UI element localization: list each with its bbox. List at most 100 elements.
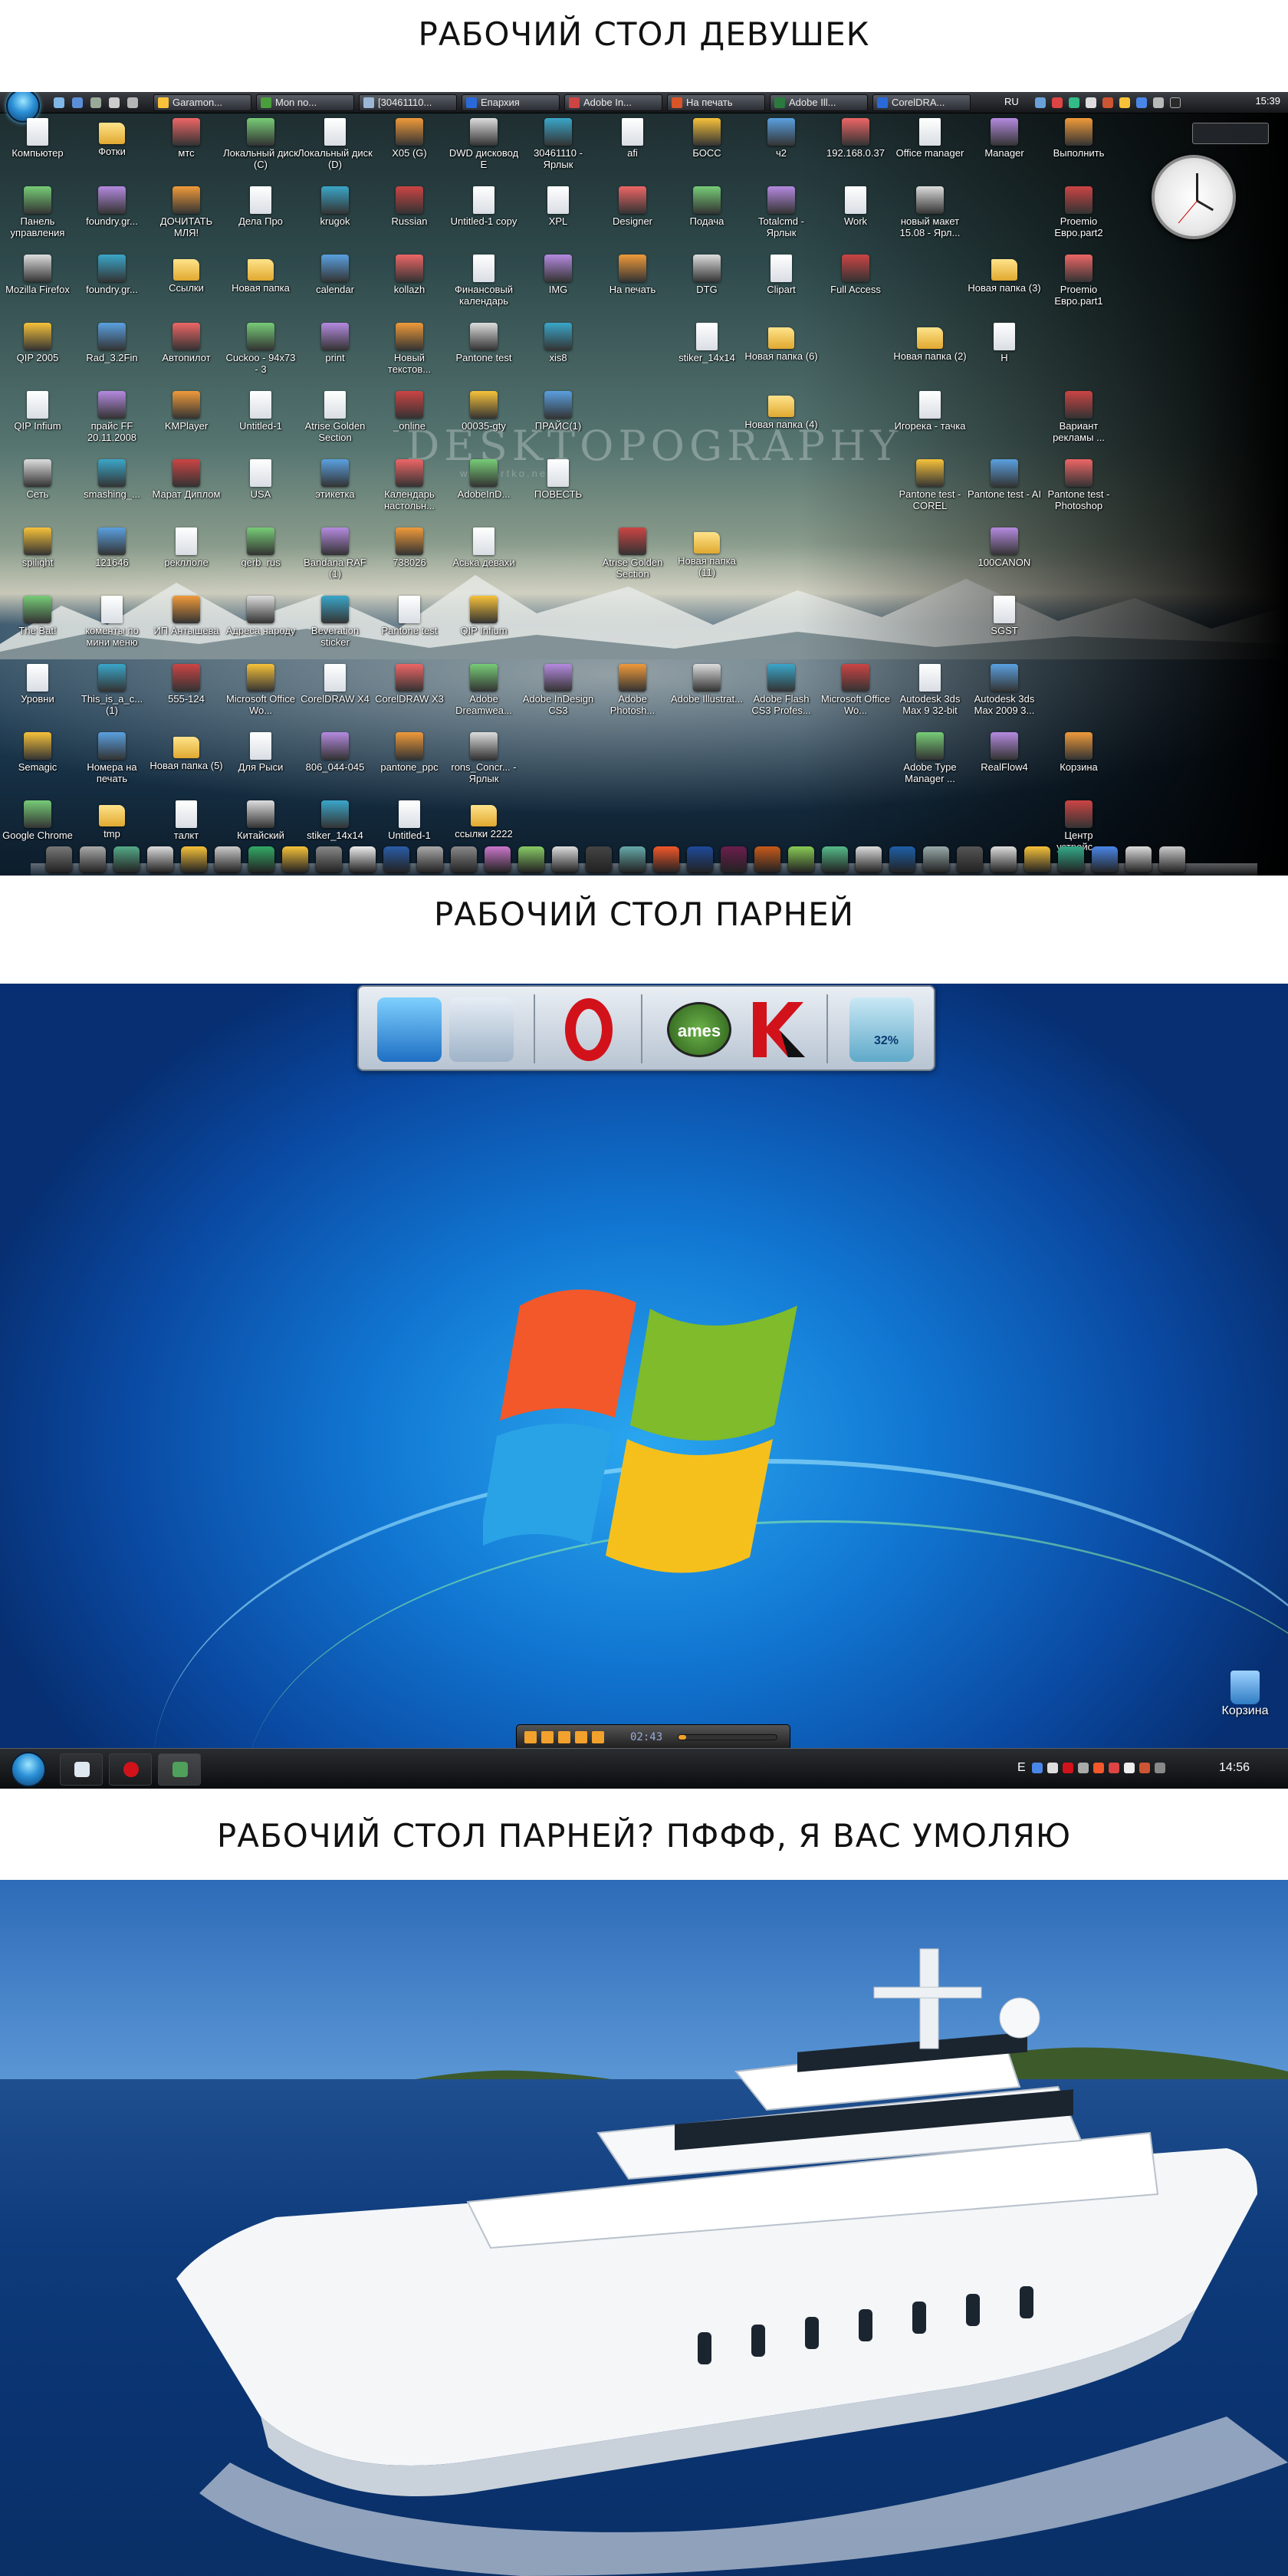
desktop-icon[interactable]: БОСС <box>669 118 744 159</box>
desktop-icon[interactable]: Выполнить <box>1041 118 1116 159</box>
desktop-icon[interactable]: QIP Infium <box>0 391 75 432</box>
desktop-icon[interactable]: Вариант рекламы ... <box>1041 391 1116 443</box>
desktop-icon[interactable]: Office manager <box>892 118 968 159</box>
tray-display-icon[interactable] <box>1170 97 1181 108</box>
tray-folder-icon[interactable] <box>1119 97 1130 108</box>
desktop-icon[interactable]: Номера на печать <box>74 732 150 784</box>
tray-adobe-icon[interactable] <box>1139 1763 1150 1773</box>
tray-network-icon[interactable] <box>1069 97 1079 108</box>
desktop-icon[interactable]: spilight <box>0 527 75 568</box>
dock-app-icon[interactable] <box>586 846 612 872</box>
desktop-icon[interactable]: Локальный диск (C) <box>223 118 298 170</box>
desktop-icon[interactable]: stiker_14x14 <box>669 323 744 363</box>
desktop-icon[interactable]: Дела Про <box>223 186 298 227</box>
desktop-icon[interactable]: коменты по мини меню <box>74 596 150 648</box>
desktop-icon[interactable]: Proemio Евро.part1 <box>1041 255 1116 307</box>
taskbar-window-button[interactable]: Епархия <box>462 94 560 111</box>
desktop-icon[interactable]: Full Access <box>818 255 893 295</box>
dock-app-icon[interactable] <box>181 846 207 872</box>
dock-app-icon[interactable] <box>957 846 983 872</box>
desktop-icon[interactable]: rons_Concr... - Ярлык <box>446 732 521 784</box>
dock-app-icon[interactable] <box>822 846 848 872</box>
dock-app-icon[interactable] <box>316 846 342 872</box>
tray-network-icon[interactable] <box>1032 1763 1043 1773</box>
desktop-icon[interactable]: Pantone test <box>372 596 447 636</box>
desktop-icon[interactable]: USA <box>223 459 298 500</box>
desktop-icon[interactable]: KMPlayer <box>149 391 224 432</box>
desktop-icon[interactable]: smashing_... <box>74 459 150 500</box>
dock-app-icon[interactable] <box>788 846 814 872</box>
desktop-icon[interactable]: Clipart <box>744 255 819 295</box>
computer-icon[interactable] <box>377 997 442 1062</box>
desktop-icon[interactable]: gerb_rus <box>223 527 298 568</box>
desktop-icon[interactable]: Аська девахи <box>446 527 521 568</box>
desktop-icon[interactable]: Фотки <box>74 118 150 157</box>
next-button[interactable] <box>592 1731 604 1743</box>
dock-app-icon[interactable] <box>923 846 949 872</box>
desktop-icon[interactable]: 555-124 <box>149 664 224 705</box>
desktop-icon[interactable]: 738026 <box>372 527 447 568</box>
desktop-icon[interactable]: Сеть <box>0 459 75 500</box>
desktop-icon[interactable]: ДОЧИТАТЬ МЛЯ! <box>149 186 224 238</box>
dock-app-icon[interactable] <box>1058 846 1084 872</box>
taskbar-clock[interactable]: 15:39 <box>1255 95 1280 107</box>
desktop-icon[interactable]: Автопилот <box>149 323 224 363</box>
analog-clock-gadget[interactable] <box>1152 155 1236 239</box>
desktop-icon[interactable]: Новый текстов... <box>372 323 447 375</box>
pause-button[interactable] <box>558 1731 570 1743</box>
taskbar-window-button[interactable]: Mon no... <box>256 94 354 111</box>
dock-app-icon[interactable] <box>619 846 646 872</box>
desktop-icon[interactable]: Manager <box>967 118 1042 159</box>
desktop-icon[interactable]: новый макет 15.08 - Ярл... <box>892 186 968 238</box>
desktop-icon[interactable]: Pantone test - Photoshop <box>1041 459 1116 511</box>
tray-power-icon[interactable] <box>1155 1763 1165 1773</box>
desktop-icon[interactable]: ПОВЕСТЬ <box>521 459 596 500</box>
dock-app-icon[interactable] <box>113 846 140 872</box>
desktop-icon[interactable]: Bandana RAF (1) <box>297 527 373 580</box>
dock-app-icon[interactable] <box>383 846 409 872</box>
desktop-icon[interactable]: Google Chrome <box>0 800 75 841</box>
desktop-icon[interactable]: Локальный диск (D) <box>297 118 373 170</box>
desktop-icon[interactable]: Designer <box>595 186 670 227</box>
desktop-icon[interactable]: Microsoft Office Wo... <box>223 664 298 716</box>
dock-app-icon[interactable] <box>889 846 915 872</box>
desktop-icon[interactable]: Компьютер <box>0 118 75 159</box>
recycle-bin[interactable]: Корзина <box>1211 1671 1279 1718</box>
desktop-icon[interactable]: талкт <box>149 800 224 841</box>
dock-app-icon[interactable] <box>552 846 578 872</box>
desktop-icon[interactable]: Cuckoo - 94x73 - 3 <box>223 323 298 375</box>
desktop-icon[interactable]: This_is_a_c... (1) <box>74 664 150 716</box>
quick-launch-icon[interactable] <box>127 97 138 108</box>
desktop-icon[interactable]: foundry.gr... <box>74 255 150 295</box>
desktop-icon[interactable]: Марат Диплом <box>149 459 224 500</box>
desktop-icon[interactable]: XPL <box>521 186 596 227</box>
desktop-icon[interactable]: print <box>297 323 373 363</box>
tray-antivirus-icon[interactable] <box>1052 97 1063 108</box>
tray-adobe-icon[interactable] <box>1102 97 1113 108</box>
desktop-icon[interactable]: 30461110 - Ярлык <box>521 118 596 170</box>
desktop-icon[interactable]: Финансовый календарь <box>446 255 521 307</box>
desktop-icon[interactable]: Ссылки <box>149 255 224 294</box>
dock-app-icon[interactable] <box>147 846 173 872</box>
tray-volume-icon[interactable] <box>1124 1763 1135 1773</box>
desktop-icon[interactable]: Untitled-1 copy <box>446 186 521 227</box>
gadget-sidebar-controls[interactable] <box>1192 123 1269 144</box>
tray-volume-icon[interactable] <box>1086 97 1096 108</box>
dock-app-icon[interactable] <box>991 846 1017 872</box>
desktop-icon[interactable]: На печать <box>595 255 670 295</box>
taskbar-window-button[interactable]: Garamon... <box>153 94 251 111</box>
desktop-icon[interactable]: ПРАЙС(1) <box>521 391 596 432</box>
desktop-icon[interactable]: Semagic <box>0 732 75 773</box>
tray-usb-icon[interactable] <box>1078 1763 1089 1773</box>
desktop-icon[interactable]: ссылки 2222 <box>446 800 521 840</box>
desktop-icon[interactable]: 806_044-045 <box>297 732 373 773</box>
taskbar-window-button[interactable]: [30461110... <box>359 94 457 111</box>
taskbar-window-button[interactable]: Adobe Ill... <box>770 94 868 111</box>
dock-app-icon[interactable] <box>1092 846 1118 872</box>
desktop-icon[interactable]: Adobe Photosh... <box>595 664 670 716</box>
documents-folder-icon[interactable] <box>449 997 514 1062</box>
tray-antivirus-icon[interactable] <box>1109 1763 1119 1773</box>
desktop-icon[interactable]: Новая папка (3) <box>967 255 1042 294</box>
desktop-icon[interactable]: krugok <box>297 186 373 227</box>
desktop-icon[interactable]: Atrise Golden Section <box>297 391 373 443</box>
